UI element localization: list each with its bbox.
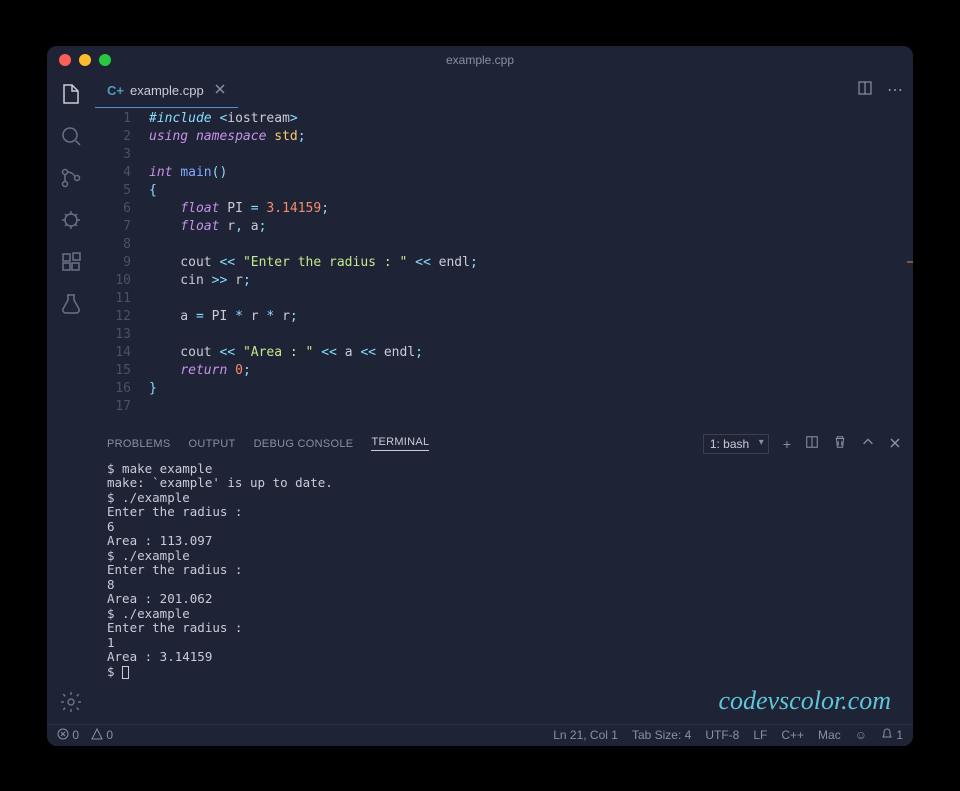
editor-tab-row: C+ example.cpp ⋯ [95, 74, 913, 108]
new-terminal-icon[interactable]: + [783, 436, 791, 452]
window-controls [59, 54, 111, 66]
status-feedback-icon[interactable]: ☺ [855, 728, 867, 742]
kill-terminal-icon[interactable] [833, 435, 847, 452]
code-editor[interactable]: 1234567891011121314151617 #include <iost… [95, 108, 913, 428]
watermark: codevscolor.com [718, 686, 891, 716]
editor-tab[interactable]: C+ example.cpp [95, 74, 238, 108]
debug-icon[interactable] [59, 208, 83, 232]
status-errors[interactable]: 0 [57, 728, 79, 742]
status-encoding[interactable]: UTF-8 [705, 728, 739, 742]
status-bar: 0 0 Ln 21, Col 1 Tab Size: 4 UTF-8 LF C+… [47, 724, 913, 746]
source-control-icon[interactable] [59, 166, 83, 190]
minimap[interactable] [833, 108, 913, 428]
panel-tab-debug-console[interactable]: DEBUG CONSOLE [254, 438, 354, 450]
status-eol[interactable]: LF [753, 728, 767, 742]
close-panel-icon[interactable] [889, 436, 901, 452]
vscode-window: example.cpp [47, 46, 913, 746]
panel-tab-problems[interactable]: PROBLEMS [107, 438, 171, 450]
window-title: example.cpp [446, 53, 514, 67]
testing-icon[interactable] [59, 292, 83, 316]
terminal-selector[interactable]: 1: bash [703, 434, 769, 454]
cpp-file-icon: C+ [107, 83, 124, 98]
code-content[interactable]: #include <iostream>using namespace std; … [149, 108, 913, 428]
terminal-output[interactable]: $ make example make: `example' is up to … [95, 460, 913, 724]
status-cursor-position[interactable]: Ln 21, Col 1 [553, 728, 618, 742]
minimize-window-button[interactable] [79, 54, 91, 66]
close-tab-icon[interactable] [214, 83, 226, 98]
search-icon[interactable] [59, 124, 83, 148]
activity-bar [47, 74, 95, 724]
maximize-window-button[interactable] [99, 54, 111, 66]
titlebar: example.cpp [47, 46, 913, 74]
status-os[interactable]: Mac [818, 728, 841, 742]
bottom-panel: PROBLEMS OUTPUT DEBUG CONSOLE TERMINAL 1… [95, 428, 913, 724]
panel-tab-terminal[interactable]: TERMINAL [371, 436, 429, 451]
extensions-icon[interactable] [59, 250, 83, 274]
status-notifications[interactable]: 1 [881, 728, 903, 742]
split-terminal-icon[interactable] [805, 435, 819, 452]
panel-tab-output[interactable]: OUTPUT [189, 438, 236, 450]
explorer-icon[interactable] [59, 82, 83, 106]
more-actions-icon[interactable]: ⋯ [887, 80, 903, 101]
status-tab-size[interactable]: Tab Size: 4 [632, 728, 691, 742]
status-language[interactable]: C++ [781, 728, 804, 742]
close-window-button[interactable] [59, 54, 71, 66]
tab-filename: example.cpp [130, 83, 204, 98]
maximize-panel-icon[interactable] [861, 435, 875, 452]
split-editor-icon[interactable] [857, 80, 873, 101]
settings-gear-icon[interactable] [59, 690, 83, 714]
panel-tab-row: PROBLEMS OUTPUT DEBUG CONSOLE TERMINAL 1… [95, 428, 913, 460]
status-warnings[interactable]: 0 [91, 728, 113, 742]
line-gutter: 1234567891011121314151617 [95, 108, 149, 428]
terminal-cursor [122, 666, 129, 679]
